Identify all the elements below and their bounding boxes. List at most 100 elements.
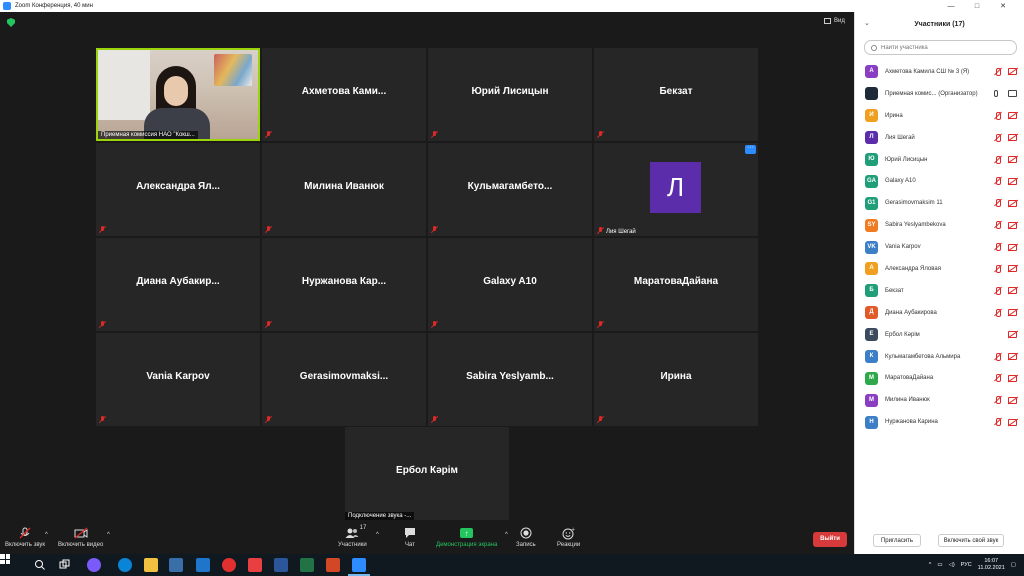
avatar (865, 87, 878, 101)
participant-tile[interactable]: МаратоваДайана (594, 238, 758, 331)
video-off-icon (1008, 68, 1017, 76)
participant-row[interactable]: Ю Юрий Лисицын (855, 149, 1024, 171)
chevron-up-icon[interactable]: ^ (505, 532, 508, 538)
mic-muted-icon (265, 416, 272, 423)
unmute-self-button[interactable]: Включить свой звук (938, 534, 1004, 547)
yandex-icon[interactable] (248, 558, 262, 572)
yandex-browser-icon[interactable] (222, 558, 236, 572)
minimize-button[interactable]: — (938, 3, 964, 10)
participant-row[interactable]: М Милина Иванюк (855, 389, 1024, 411)
participant-tile[interactable]: Sabira Yeslyamb... (428, 333, 592, 426)
search-icon[interactable] (33, 558, 47, 572)
windows-start-icon[interactable] (0, 554, 10, 564)
store-icon[interactable] (169, 558, 183, 572)
view-label: Вид (834, 18, 845, 24)
participant-row[interactable]: А Александра Яловая (855, 258, 1024, 280)
edge-icon[interactable] (118, 558, 132, 572)
video-button[interactable]: Включить видео (58, 526, 103, 548)
participant-tile[interactable]: Нуржанова Кар... (262, 238, 426, 331)
task-view-icon[interactable] (57, 558, 71, 572)
mail-icon[interactable] (196, 558, 210, 572)
participant-name: Александра Яловая (885, 265, 941, 272)
mic-muted-icon (994, 396, 1002, 405)
network-icon[interactable]: ▭ (937, 562, 942, 568)
panel-footer: Пригласить Включить свой звук (855, 532, 1024, 550)
participant-row[interactable]: М МаратоваДайана (855, 367, 1024, 389)
participant-tile[interactable]: Диана Аубакир... (96, 238, 260, 331)
word-icon[interactable] (274, 558, 288, 572)
participant-tile[interactable]: Vania Karpov (96, 333, 260, 426)
participant-tile[interactable]: Ирина (594, 333, 758, 426)
participant-search[interactable] (864, 40, 1017, 55)
clock[interactable]: 16:07 11.02.2021 (978, 558, 1005, 572)
participant-tile[interactable]: Ахметова Ками... (262, 48, 426, 141)
participant-tile[interactable]: Galaxy A10 (428, 238, 592, 331)
video-off-icon (1008, 112, 1017, 120)
participant-tile-active[interactable]: Л ··· Лия Шегай (594, 143, 758, 236)
chevron-down-icon[interactable]: ⌄ (864, 19, 870, 27)
participant-row[interactable]: Приемная комис... (Организатор) (855, 83, 1024, 105)
participant-row[interactable]: Б Бекзат (855, 280, 1024, 302)
participant-name: Бекзат (885, 287, 904, 294)
participant-name: Vania Karpov (885, 244, 921, 251)
participant-tile[interactable]: Кульмагамбето... (428, 143, 592, 236)
video-off-icon (1008, 396, 1017, 404)
zoom-app-icon[interactable] (352, 558, 366, 572)
participant-row[interactable]: SY Sabira Yeslyambekova (855, 214, 1024, 236)
leave-meeting-button[interactable]: Выйти (813, 532, 847, 547)
invite-button[interactable]: Пригласить (873, 534, 921, 547)
video-off-icon (1008, 331, 1017, 339)
share-screen-button[interactable]: ↑ Демонстрация экрана (436, 526, 497, 548)
reactions-button[interactable]: + Реакции (557, 526, 580, 549)
search-input[interactable] (881, 44, 1011, 51)
tile-name: Vania Karpov (146, 371, 210, 382)
participant-row[interactable]: А Ахметова Камила СШ № 3 (Я) (855, 61, 1024, 83)
avatar: А (865, 65, 878, 79)
participant-tile[interactable]: Бекзат (594, 48, 758, 141)
audio-button[interactable]: Включить звук (5, 526, 45, 548)
people-icon: 17 (345, 525, 366, 540)
participant-row[interactable]: И Ирина (855, 105, 1024, 127)
file-explorer-icon[interactable] (144, 558, 158, 572)
mic-muted-icon (99, 416, 106, 423)
participant-name: Приемная комис... (Организатор) (885, 90, 978, 97)
chevron-up-icon[interactable]: ^ (107, 532, 110, 538)
participant-tile[interactable]: Gerasimovmaksi... (262, 333, 426, 426)
avatar: А (865, 262, 878, 276)
participant-name: Лия Шегай (885, 134, 915, 141)
language-indicator[interactable]: РУС (961, 562, 972, 568)
system-tray: ^ ▭ ◁) РУС 16:07 11.02.2021 ▢ (929, 554, 1024, 576)
avatar: Л (650, 162, 701, 213)
alice-icon[interactable] (87, 558, 101, 572)
participant-row[interactable]: GA Galaxy A10 (855, 170, 1024, 192)
participant-tile[interactable]: Ербол Кәрім Подключение звука -... (345, 427, 509, 520)
chevron-up-icon[interactable]: ^ (45, 532, 48, 538)
participant-row[interactable]: VK Vania Karpov (855, 236, 1024, 258)
maximize-button[interactable]: □ (964, 3, 990, 10)
participants-button[interactable]: 17 Участники (338, 525, 367, 548)
participant-row[interactable]: Н Нуржанова Карина (855, 411, 1024, 433)
tile-caption: Подключение звука -... (345, 512, 415, 520)
chevron-up-icon[interactable]: ^ (376, 532, 379, 538)
shield-icon[interactable] (7, 18, 15, 27)
more-options-button[interactable]: ··· (745, 144, 756, 154)
tile-caption: Приемная комиссия НАО "Кокш... (98, 131, 198, 139)
close-button[interactable]: ✕ (990, 2, 1016, 10)
powerpoint-icon[interactable] (326, 558, 340, 572)
participant-tile[interactable]: Милина Иванюк (262, 143, 426, 236)
participant-row[interactable]: Д Диана Аубакирова (855, 302, 1024, 324)
volume-icon[interactable]: ◁) (949, 562, 955, 568)
notifications-icon[interactable]: ▢ (1011, 562, 1016, 568)
participant-tile[interactable]: Юрий Лисицын (428, 48, 592, 141)
record-button[interactable]: Запись (516, 526, 536, 548)
participant-row[interactable]: Е Ербол Кәрім (855, 324, 1024, 346)
participant-row[interactable]: К Кульмагамбетова Альмира (855, 346, 1024, 368)
participant-row[interactable]: G1 Gerasimovmaksim 11 (855, 192, 1024, 214)
excel-icon[interactable] (300, 558, 314, 572)
participant-tile[interactable]: Александра Ял... (96, 143, 260, 236)
participant-row[interactable]: Л Лия Шегай (855, 127, 1024, 149)
video-tile[interactable]: Приемная комиссия НАО "Кокш... (96, 48, 260, 141)
chat-button[interactable]: Чат (404, 526, 416, 548)
view-button[interactable]: Вид (824, 18, 845, 24)
chevron-up-icon[interactable]: ^ (929, 562, 932, 568)
